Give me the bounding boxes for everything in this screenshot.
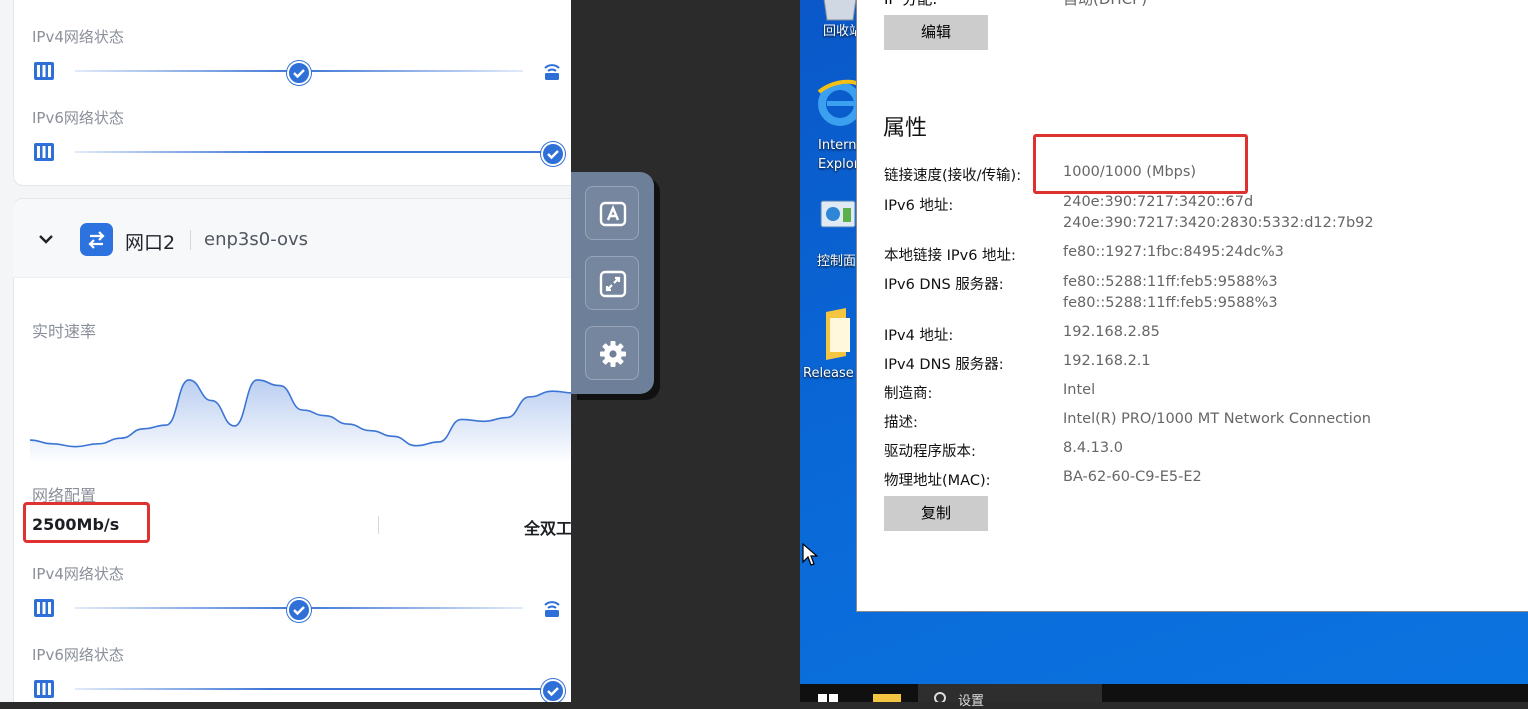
prop-key-driver-version: 驱动程序版本: bbox=[884, 444, 976, 460]
prop-key-link-speed: 链接速度(接收/传输): bbox=[884, 168, 1022, 184]
file-explorer-icon[interactable] bbox=[873, 694, 901, 702]
gear-icon bbox=[600, 341, 626, 367]
text-recognition-button[interactable] bbox=[585, 186, 639, 240]
port2-ipv6-status-node[interactable] bbox=[541, 679, 565, 702]
realtime-rate-label: 实时速率 bbox=[32, 322, 97, 341]
text-a-icon bbox=[599, 201, 627, 227]
router-network-panel: IPv4网络状态 IPv6网络状态 网口2 enp3s0-ovs 实时速率 网络… bbox=[0, 0, 571, 702]
ip-assign-label: IP 分配: bbox=[884, 0, 937, 9]
port1-ipv6-status-label: IPv6网络状态 bbox=[32, 109, 124, 127]
prop-value-ipv4-address: 192.168.2.85 bbox=[1063, 324, 1160, 340]
port1-ipv6-status-node[interactable] bbox=[541, 142, 565, 166]
port2-interface: enp3s0-ovs bbox=[204, 229, 309, 250]
realtime-rate-chart bbox=[30, 379, 571, 460]
router-icon bbox=[544, 601, 560, 617]
port2-ipv4-status-label: IPv4网络状态 bbox=[32, 565, 124, 583]
device-icon bbox=[34, 143, 54, 161]
gear-icon bbox=[934, 692, 946, 702]
prop-key-description: 描述: bbox=[884, 415, 918, 431]
port1-ipv4-status-node[interactable] bbox=[287, 61, 311, 85]
floating-toolbar bbox=[571, 172, 654, 394]
prop-value-ipv6-dns-2: fe80::5288:11ff:feb5:9588%3 bbox=[1063, 295, 1278, 311]
expand-icon bbox=[599, 270, 627, 298]
device-icon bbox=[34, 599, 54, 617]
desktop-icon-label[interactable]: 控制面板 bbox=[817, 250, 855, 269]
port2-name: 网口2 bbox=[125, 232, 176, 254]
prop-value-description: Intel(R) PRO/1000 MT Network Connection bbox=[1063, 411, 1371, 427]
port-swap-icon bbox=[80, 223, 113, 256]
port1-ipv4-status-label: IPv4网络状态 bbox=[32, 28, 124, 46]
prop-key-manufacturer: 制造商: bbox=[884, 386, 933, 402]
prop-value-ipv6-dns: fe80::5288:11ff:feb5:9588%3 bbox=[1063, 274, 1278, 290]
prop-value-ipv6-address-2: 240e:390:7217:3420:2830:5332:d12:7b92 bbox=[1063, 215, 1374, 231]
port2-ipv6-status-label: IPv6网络状态 bbox=[32, 646, 124, 664]
prop-key-ipv6-address: IPv6 地址: bbox=[884, 198, 954, 214]
prop-value-manufacturer: Intel bbox=[1063, 382, 1096, 398]
prop-value-ipv6-address: 240e:390:7217:3420::67d bbox=[1063, 194, 1254, 210]
properties-title: 属性 bbox=[883, 116, 928, 141]
prop-value-link-local-ipv6: fe80::1927:1fbc:8495:24dc%3 bbox=[1063, 244, 1284, 260]
expand-button[interactable] bbox=[585, 256, 639, 310]
link-speed-highlight-box bbox=[1033, 134, 1248, 194]
taskbar-settings-label: 设置 bbox=[958, 694, 985, 709]
prop-value-mac-address: BA-62-60-C9-E5-E2 bbox=[1063, 469, 1202, 485]
prop-key-ipv6-dns: IPv6 DNS 服务器: bbox=[884, 277, 1004, 293]
copy-button[interactable]: 复制 bbox=[884, 496, 988, 531]
device-icon bbox=[34, 62, 54, 80]
router-icon bbox=[544, 64, 560, 80]
prop-key-link-local-ipv6: 本地链接 IPv6 地址: bbox=[884, 248, 1016, 264]
prop-key-ipv4-dns: IPv4 DNS 服务器: bbox=[884, 357, 1004, 373]
check-icon bbox=[293, 606, 305, 616]
port2-ipv6-track bbox=[75, 688, 565, 690]
port2-ipv4-status-node[interactable] bbox=[287, 598, 311, 622]
folder-icon[interactable] bbox=[822, 308, 858, 360]
ip-assign-value: 自动(DHCP) bbox=[1063, 0, 1147, 9]
rate-area bbox=[30, 379, 571, 460]
device-icon bbox=[34, 680, 54, 698]
mouse-cursor-icon bbox=[802, 543, 818, 566]
prop-key-ipv4-address: IPv4 地址: bbox=[884, 328, 954, 344]
divider bbox=[190, 230, 191, 250]
check-icon bbox=[547, 150, 559, 160]
speed-highlight-box bbox=[23, 502, 150, 543]
check-icon bbox=[547, 687, 559, 697]
control-panel-icon[interactable] bbox=[820, 200, 856, 234]
windows-start-icon[interactable] bbox=[818, 694, 838, 702]
chevron-down-icon[interactable] bbox=[36, 229, 56, 249]
prop-value-ipv4-dns: 192.168.2.1 bbox=[1063, 353, 1151, 369]
settings-button[interactable] bbox=[585, 326, 639, 380]
desktop-icon-label[interactable]: Internet Explorer bbox=[818, 136, 856, 174]
duplex-value: 全双工 bbox=[524, 519, 571, 538]
edit-button[interactable]: 编辑 bbox=[884, 15, 988, 50]
taskbar bbox=[800, 684, 1528, 702]
divider bbox=[378, 516, 379, 534]
prop-value-driver-version: 8.4.13.0 bbox=[1063, 440, 1123, 456]
desktop-icon-label[interactable]: Release bbox=[803, 366, 855, 381]
prop-key-mac-address: 物理地址(MAC): bbox=[884, 473, 991, 489]
check-icon bbox=[293, 69, 305, 79]
port1-ipv6-track bbox=[75, 151, 565, 153]
